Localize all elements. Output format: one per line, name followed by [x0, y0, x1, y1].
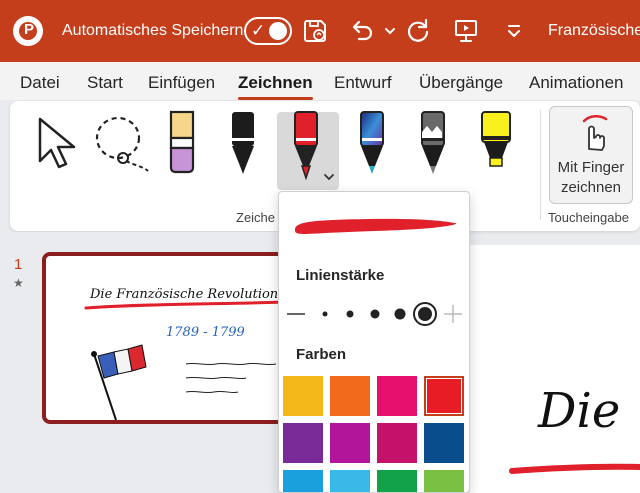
chevron-down-icon[interactable] [322, 172, 336, 184]
colors-heading: Farben [296, 346, 347, 363]
pen-stroke-preview [295, 218, 457, 234]
slide-number: 1 [14, 256, 23, 273]
slide-thumbnail-art: Die Französische Revolution 1789 - 1799 [84, 287, 288, 420]
redo-icon[interactable] [404, 17, 432, 45]
french-flag-drawing [91, 344, 147, 420]
color-swatch[interactable] [377, 423, 417, 463]
group-label-drawing: Zeiche [236, 210, 276, 225]
line-weight-heading: Linienstärke [296, 267, 385, 284]
galaxy-pen-icon[interactable] [357, 110, 387, 176]
color-swatch[interactable] [283, 470, 323, 492]
ribbon-group-separator [540, 110, 541, 220]
thumb-title: Die Französische Revolution [89, 287, 278, 302]
black-pen-icon[interactable] [228, 110, 258, 176]
color-swatch[interactable] [424, 376, 464, 416]
increase-weight-icon[interactable] [444, 305, 462, 323]
customize-dropdown-icon[interactable] [500, 17, 528, 45]
toggle-knob [269, 22, 287, 40]
color-swatch[interactable] [283, 423, 323, 463]
check-icon: ✓ [251, 21, 266, 40]
document-title[interactable]: Französische [548, 22, 640, 40]
pen-options-dropdown: Linienstärke Farben [278, 191, 470, 493]
red-pen-icon[interactable] [291, 110, 321, 184]
color-swatch[interactable] [424, 423, 464, 463]
color-swatch[interactable] [330, 423, 370, 463]
autosave-label: Automatisches Speichern [62, 22, 244, 39]
title-bar: P Automatisches Speichern ✓ Französische [0, 0, 640, 62]
tab-einfuegen[interactable]: Einfügen [148, 73, 215, 93]
color-swatch[interactable] [377, 376, 417, 416]
tab-uebergaenge[interactable]: Übergänge [419, 73, 503, 93]
animation-star-icon: ★ [13, 276, 24, 290]
color-swatch[interactable] [424, 470, 464, 492]
color-swatch[interactable] [330, 376, 370, 416]
undo-icon[interactable] [347, 17, 375, 45]
weight-option-4[interactable] [370, 309, 380, 319]
line-weight-options [287, 302, 462, 326]
weight-option-5[interactable] [394, 308, 406, 320]
tab-datei[interactable]: Datei [20, 73, 60, 93]
scribble-text [185, 362, 277, 394]
eraser-icon[interactable] [167, 110, 197, 176]
group-label-touch: Toucheingabe [548, 210, 629, 225]
autosave-toggle[interactable]: ✓ [244, 17, 292, 45]
present-icon[interactable] [452, 17, 480, 45]
canvas-title: Die [537, 383, 620, 439]
finger-button-label-1: Mit Finger [557, 159, 625, 176]
touch-draw-icon [582, 115, 608, 151]
canvas-art: Die [509, 383, 640, 474]
color-swatch[interactable] [377, 470, 417, 492]
highlighter-icon[interactable] [476, 110, 516, 176]
select-arrow-icon[interactable] [34, 115, 80, 173]
color-swatch[interactable] [330, 470, 370, 492]
weight-option-3[interactable] [346, 310, 354, 318]
glitter-pen-icon[interactable] [418, 110, 448, 176]
color-swatch[interactable] [283, 376, 323, 416]
draw-with-finger-button[interactable]: Mit Finger zeichnen [549, 106, 633, 204]
tab-zeichnen[interactable]: Zeichnen [238, 73, 313, 100]
ribbon-tabs: Datei Start Einfügen Zeichnen Entwurf Üb… [0, 62, 640, 100]
slide-canvas[interactable]: Die [470, 245, 640, 493]
chevron-down-icon[interactable] [382, 17, 398, 45]
tab-animationen[interactable]: Animationen [529, 73, 624, 93]
powerpoint-logo-icon: P [13, 16, 43, 46]
thumb-years: 1789 - 1799 [166, 325, 245, 340]
weight-option-2[interactable] [322, 311, 328, 317]
stroke-preview-path [295, 218, 457, 234]
tab-entwurf[interactable]: Entwurf [334, 73, 392, 93]
save-sync-icon[interactable] [302, 17, 330, 45]
lasso-select-icon[interactable] [92, 113, 154, 175]
tab-start[interactable]: Start [87, 73, 123, 93]
slide-thumbnail[interactable]: Die Französische Revolution 1789 - 1799 [42, 252, 292, 424]
finger-button-label-2: zeichnen [560, 179, 622, 196]
weight-option-6[interactable] [418, 307, 432, 321]
